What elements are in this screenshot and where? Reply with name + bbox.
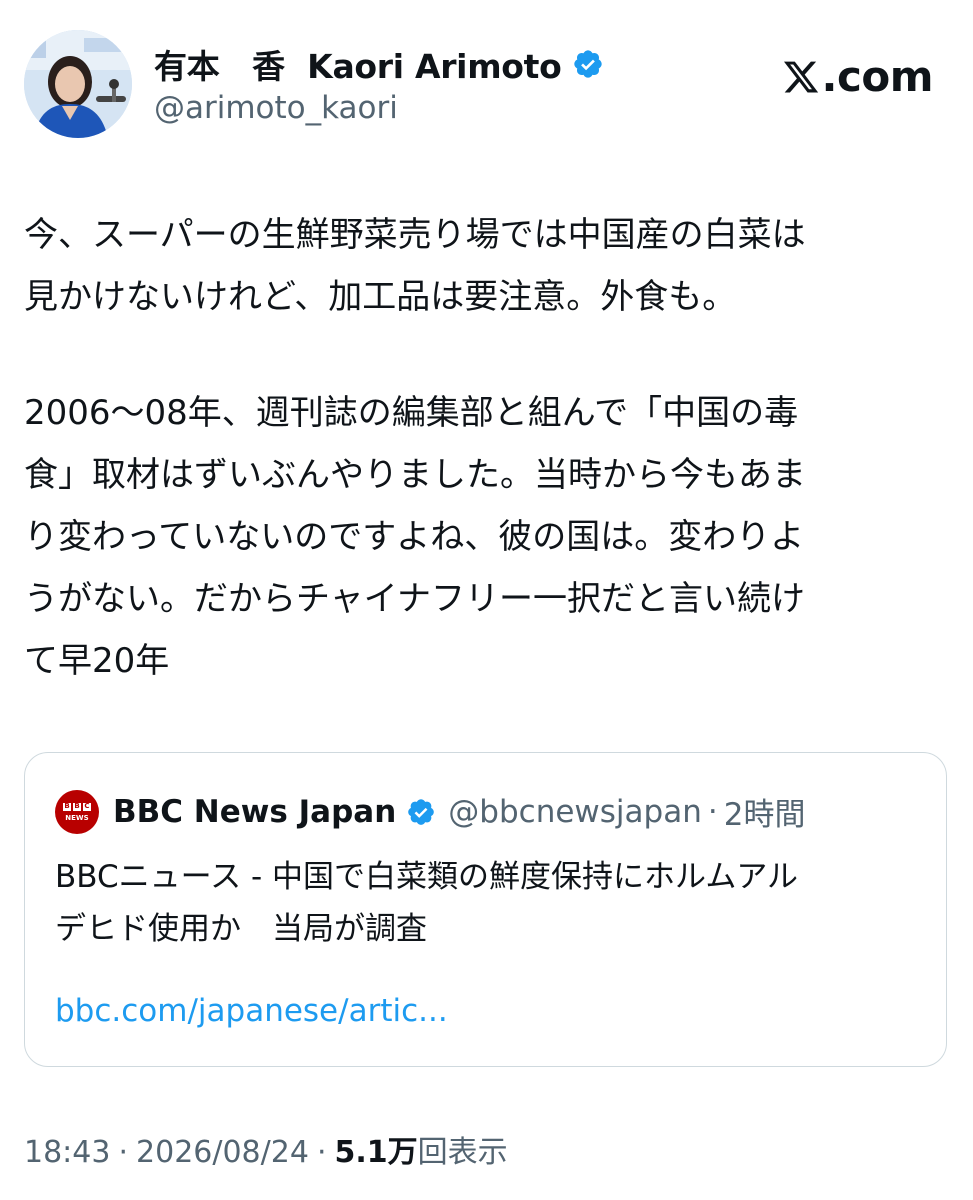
separator-dot: ·	[118, 1135, 129, 1170]
quoted-post-card[interactable]: B B C NEWS BBC News Japan @bbcnewsjapan …	[24, 752, 947, 1067]
quoted-post-text: BBCニュース - 中国で白菜類の鮮度保持にホルムアル デヒド使用か 当局が調査	[55, 851, 925, 955]
post-time[interactable]: 18:43	[24, 1135, 110, 1170]
tweet-line: り変わっていないのですよね、彼の国は。変わりよ	[24, 517, 805, 557]
views-count[interactable]: 5.1万	[334, 1135, 417, 1170]
quoted-post-link[interactable]: bbc.com/japanese/artic...	[55, 993, 448, 1029]
author-avatar[interactable]	[24, 30, 132, 138]
bbc-logo-blocks: B B C	[63, 802, 91, 811]
author-names: 有本 香 Kaori Arimoto @arimoto_kaori	[154, 42, 604, 126]
bbc-logo-news: NEWS	[65, 813, 89, 822]
bbc-news-avatar: B B C NEWS	[55, 789, 99, 834]
logo-text: .com	[821, 52, 934, 101]
x-com-logo[interactable]: .com	[782, 52, 934, 101]
verified-badge-icon	[573, 50, 602, 78]
quoted-handle: @bbcnewsjapan	[448, 793, 702, 830]
tweet-line: 2006〜08年、週刊誌の編集部と組んで「中国の毒	[24, 393, 799, 433]
tweet-line: うがない。だからチャイナフリー一択だと言い続け	[24, 579, 805, 619]
author-handle[interactable]: @arimoto_kaori	[154, 90, 604, 126]
bbc-block: C	[83, 802, 91, 811]
quoted-account-name: BBC News Japan	[113, 793, 397, 830]
tweet-line: て早20年	[24, 641, 170, 681]
tweet-line: 今、スーパーの生鮮野菜売り場では中国産の白菜は	[24, 215, 806, 255]
quoted-text-line: BBCニュース - 中国で白菜類の鮮度保持にホルムアル	[55, 859, 799, 895]
author-photo	[24, 30, 132, 138]
separator-dot: ·	[707, 793, 718, 830]
separator-dot: ·	[316, 1135, 327, 1170]
tweet-text: 今、スーパーの生鮮野菜売り場では中国産の白菜は 見かけないけれど、加工品は要注意…	[24, 204, 949, 692]
tweet-line: 見かけないけれど、加工品は要注意。外食も。	[24, 277, 737, 317]
bbc-block: B	[63, 802, 71, 811]
bbc-block: B	[73, 802, 81, 811]
display-name[interactable]: 有本 香 Kaori Arimoto	[154, 40, 562, 88]
quoted-post-header: B B C NEWS BBC News Japan @bbcnewsjapan …	[55, 789, 805, 834]
tweet-line: 食」取材はずいぶんやりました。当時から今もあま	[24, 455, 806, 495]
quoted-text-line: デヒド使用か 当局が調査	[55, 911, 427, 947]
display-name-row: 有本 香 Kaori Arimoto	[154, 42, 604, 86]
tweet-paragraph: 今、スーパーの生鮮野菜売り場では中国産の白菜は 見かけないけれど、加工品は要注意…	[24, 204, 949, 328]
post-meta: 18:43 · 2026/08/24 · 5.1万回表示	[24, 1127, 508, 1171]
views-label: 回表示	[417, 1135, 508, 1170]
post-date[interactable]: 2026/08/24	[136, 1135, 309, 1170]
x-logo-icon	[783, 61, 818, 92]
verified-badge-icon	[408, 798, 435, 825]
post-header: 有本 香 Kaori Arimoto @arimoto_kaori .com	[24, 28, 949, 140]
tweet-paragraph: 2006〜08年、週刊誌の編集部と組んで「中国の毒 食」取材はずいぶんやりました…	[24, 382, 949, 692]
quoted-time: 2時間	[723, 797, 806, 833]
